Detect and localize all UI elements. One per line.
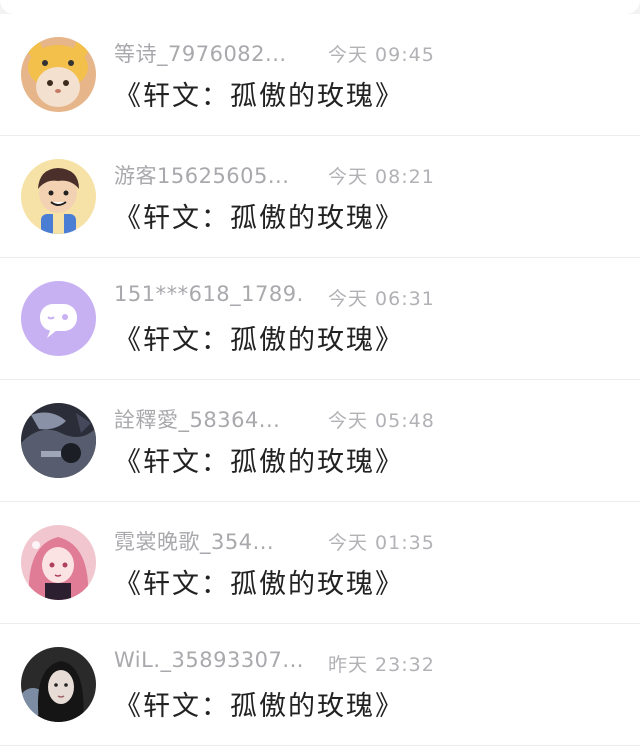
list-item[interactable]: 151***618_1789... 今天 06:31 《轩文：孤傲的玫瑰》: [0, 258, 640, 380]
message-time: 今天 08:21: [328, 166, 435, 188]
list-item[interactable]: 游客15625605... 今天 08:21 《轩文：孤傲的玫瑰》: [0, 136, 640, 258]
top-card-edge: [0, 0, 640, 14]
sender-name: 游客15625605...: [114, 164, 290, 188]
list-item[interactable]: 等诗_7976082... 今天 09:45 《轩文：孤傲的玫瑰》: [0, 14, 640, 136]
chat-bubble-avatar-icon[interactable]: [21, 281, 96, 356]
message-title: 《轩文：孤傲的玫瑰》: [114, 569, 404, 600]
message-time: 今天 06:31: [328, 288, 435, 310]
message-title: 《轩文：孤傲的玫瑰》: [114, 81, 404, 112]
message-title: 《轩文：孤傲的玫瑰》: [114, 447, 404, 478]
list-item[interactable]: 霓裳晚歌_354... 今天 01:35 《轩文：孤傲的玫瑰》: [0, 502, 640, 624]
list-item[interactable]: 詮釋愛_58364... 今天 05:48 《轩文：孤傲的玫瑰》: [0, 380, 640, 502]
sender-name: 等诗_7976082...: [114, 42, 287, 66]
dark-photo-avatar-icon[interactable]: [21, 403, 96, 478]
list-item[interactable]: WiL._35893307... 昨天 23:32 《轩文：孤傲的玫瑰》: [0, 624, 640, 746]
message-list: 等诗_7976082... 今天 09:45 《轩文：孤傲的玫瑰》 游客1562…: [0, 14, 640, 746]
message-time: 昨天 23:32: [328, 654, 435, 676]
message-time: 今天 05:48: [328, 410, 435, 432]
sender-name: 詮釋愛_58364...: [114, 408, 281, 432]
message-title: 《轩文：孤傲的玫瑰》: [114, 203, 404, 234]
anime-girl-avatar-icon[interactable]: [21, 525, 96, 600]
message-time: 今天 01:35: [328, 532, 435, 554]
message-title: 《轩文：孤傲的玫瑰》: [114, 325, 404, 356]
sender-name: WiL._35893307...: [114, 648, 304, 672]
cat-costume-avatar-icon[interactable]: [21, 37, 96, 112]
message-title: 《轩文：孤傲的玫瑰》: [114, 691, 404, 722]
message-time: 今天 09:45: [328, 44, 435, 66]
sender-name: 霓裳晚歌_354...: [114, 530, 275, 554]
portrait-photo-avatar-icon[interactable]: [21, 647, 96, 722]
sender-name: 151***618_1789...: [114, 282, 304, 306]
cartoon-boy-avatar-icon[interactable]: [21, 159, 96, 234]
